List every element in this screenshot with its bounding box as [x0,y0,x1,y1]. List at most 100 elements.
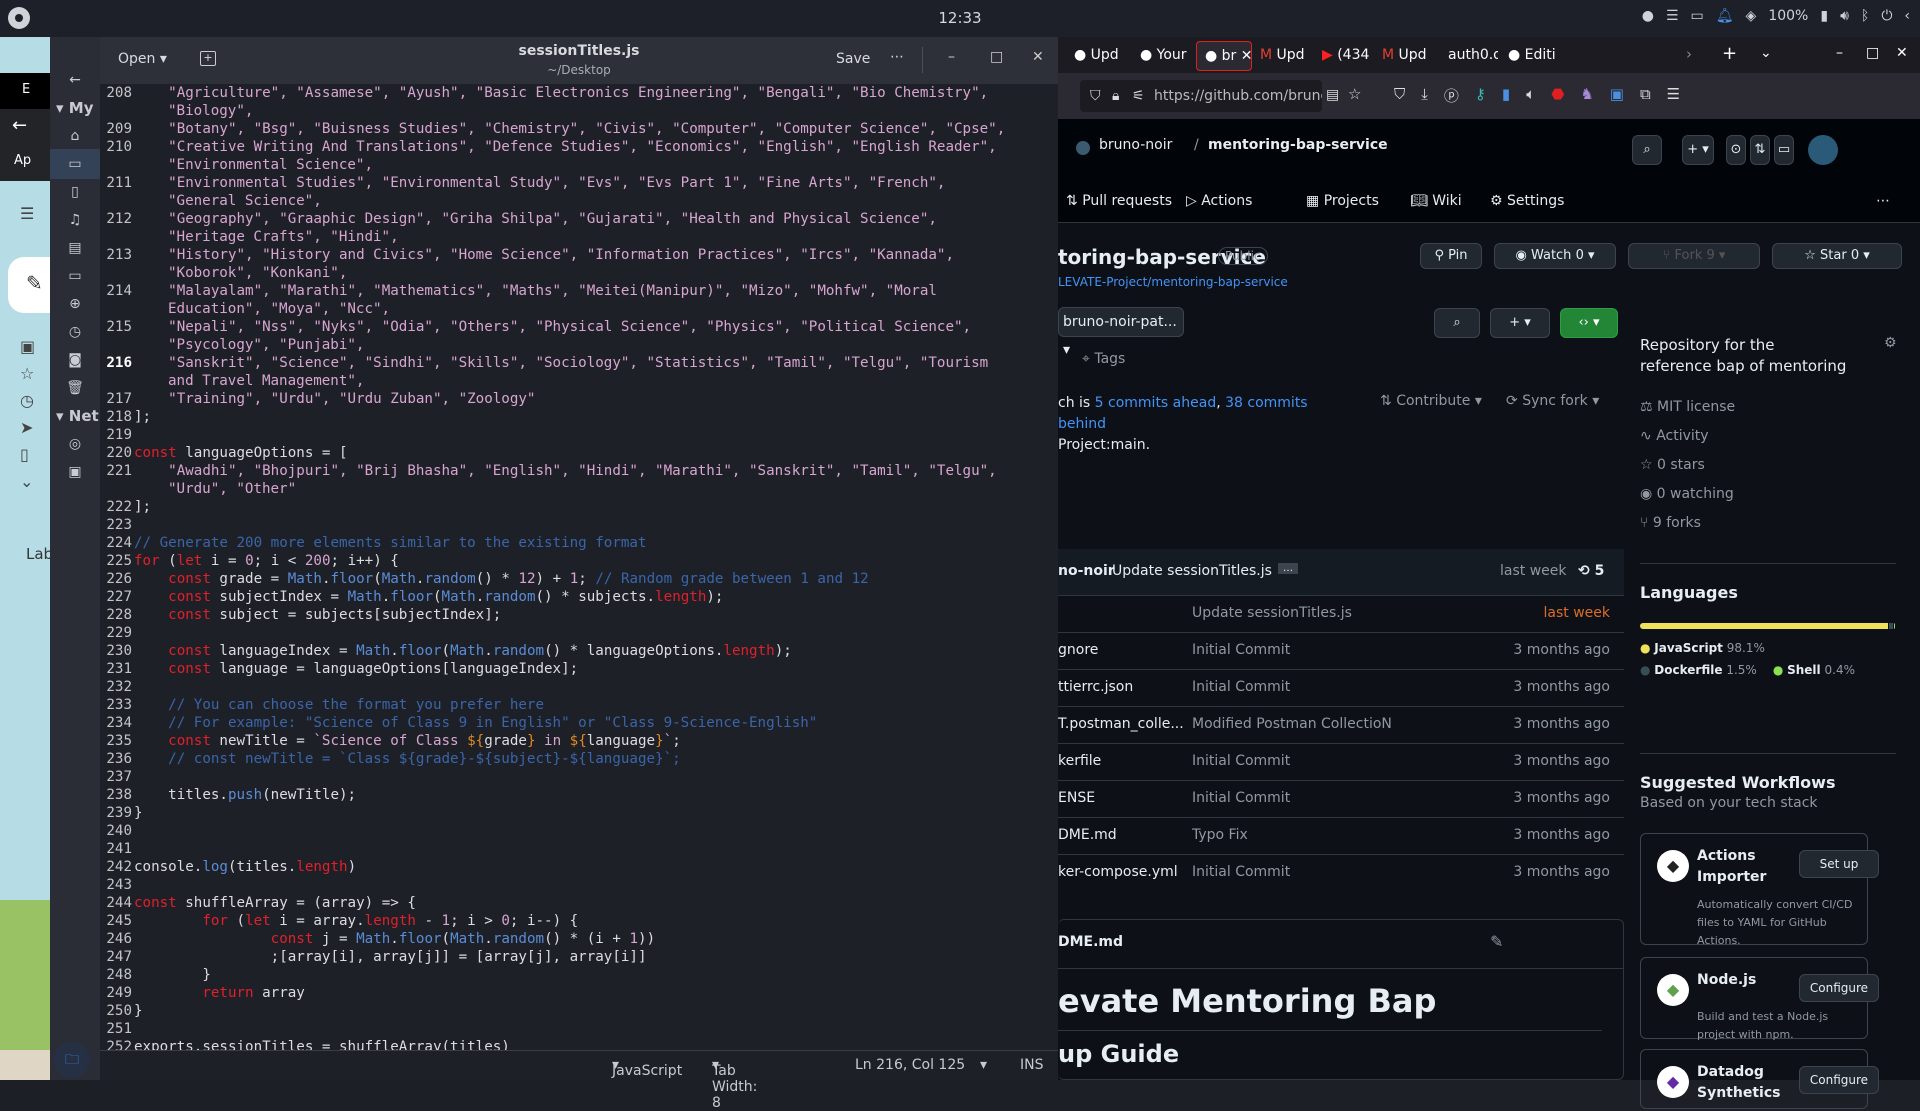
branch-selector[interactable]: bruno-noir-pat... ▾ [1058,307,1184,358]
tab-pull-requests[interactable]: ⇅ Pull requests [1066,193,1172,209]
permissions-icon[interactable]: ⚟ [1132,80,1145,112]
more-options-icon[interactable]: ⋯ [1876,193,1890,209]
trash-icon[interactable]: 🗑︎ [50,373,100,403]
code-line[interactable]: 247 ;[array[i], array[j]] = [array[j], a… [100,948,1058,966]
forks-link[interactable]: ⑂ 9 forks [1640,515,1701,531]
tab-projects[interactable]: ▦ Projects [1306,193,1379,209]
code-line[interactable]: 212 "Geography", "Graaphic Design", "Gri… [100,210,1058,228]
readme-title[interactable]: DME.md [1058,934,1123,950]
language-legend-item[interactable]: ● Shell 0.4% [1773,659,1855,681]
code-line[interactable]: 226 const grade = Math.floor(Math.random… [100,570,1058,588]
code-line[interactable]: 221 "Awadhi", "Bhojpuri", "Brij Bhasha",… [100,462,1058,480]
battery-icon[interactable]: ▮ [1820,8,1828,24]
reader-view-icon[interactable]: ▤ [1326,87,1339,103]
code-line[interactable]: 225 for (let i = 0; i < 200; i++) { [100,552,1058,570]
languages-heading[interactable]: Languages [1640,583,1738,602]
stars-link[interactable]: ☆ 0 stars [1640,457,1705,473]
bookmark-star-icon[interactable]: ☆ [1348,85,1361,103]
file-row[interactable]: DME.md Typo Fix 3 months ago [1058,817,1624,854]
file-msg[interactable]: Typo Fix [1192,827,1248,843]
browser-tab[interactable]: M Upd [1374,41,1432,71]
bluetooth-icon[interactable]: ᛒ [1861,8,1869,24]
file-name[interactable]: T.postman_colle... [1058,716,1184,732]
code-line[interactable]: 211 "Environmental Studies", "Environmen… [100,174,1058,192]
code-line[interactable]: 246 const j = Math.floor(Math.random() *… [100,930,1058,948]
commit-message[interactable]: Update sessionTitles.js [1112,563,1272,579]
code-line[interactable]: 210 "Creative Writing And Translations",… [100,138,1058,156]
tab-actions[interactable]: ▷ Actions [1186,193,1252,209]
code-line[interactable]: 241 [100,840,1058,858]
back-icon[interactable]: ← [50,65,100,95]
browser-tab[interactable]: ● Editi [1500,41,1558,71]
file-row[interactable]: gnore Initial Commit 3 months ago [1058,632,1624,669]
clock[interactable]: 12:33 [0,9,1920,27]
pocket-icon[interactable]: ⛉ [1394,85,1405,106]
code-line[interactable]: 215 "Nepali", "Nss", "Nyks", "Odia", "Ot… [100,318,1058,336]
sent-icon[interactable]: ➤ [20,418,33,437]
shield-icon[interactable]: ⛉ [1090,80,1101,112]
file-msg[interactable]: Initial Commit [1192,642,1290,658]
code-line[interactable]: 240 [100,822,1058,840]
file-row[interactable]: Update sessionTitles.js last week [1058,595,1624,632]
code-line[interactable]: 252 exports.sessionTitles = shuffleArray(… [100,1038,1058,1050]
file-msg[interactable]: Initial Commit [1192,679,1290,695]
volume-icon[interactable]: 🔊︎ [1840,8,1849,24]
more-chevron-icon[interactable]: ⌄ [20,472,33,491]
commit-expand-button[interactable]: … [1278,563,1298,574]
code-line[interactable]: 231 const language = languageOptions[lan… [100,660,1058,678]
file-row[interactable]: T.postman_colle... Modified Postman Colle… [1058,706,1624,743]
code-line[interactable]: 218]; [100,408,1058,426]
tab-width-selector[interactable]: Tab Width: 8 ▾ [712,1057,757,1111]
cursor-position[interactable]: Ln 216, Col 125 [855,1057,965,1073]
language-legend-item[interactable]: ● JavaScript 98.1% [1640,637,1880,659]
owner-avatar[interactable] [1076,141,1090,155]
code-line[interactable]: 219 [100,426,1058,444]
code-line[interactable]: 229 [100,624,1058,642]
about-settings-gear-icon[interactable]: ⚙ [1884,335,1897,351]
code-line[interactable]: 248 } [100,966,1058,984]
browser-maximize-icon[interactable]: □ [1866,45,1879,61]
star-button[interactable]: ☆ Star 0 ▾ [1772,243,1902,269]
code-line[interactable]: "Psycology", "Punjabi", [100,336,1058,354]
code-line[interactable]: 234 // For example: "Science of Class 9 … [100,714,1058,732]
commit-author[interactable]: no-noir [1058,563,1115,579]
issues-button[interactable]: ⊙ [1726,135,1746,165]
position-dropdown-icon[interactable]: ▾ [980,1057,987,1073]
search-button[interactable]: ⌕ [1632,135,1662,165]
code-line[interactable]: 217 "Training", "Urdu", "Urdu Zuban", "Z… [100,390,1058,408]
tab-close-icon[interactable]: ✕ [1236,48,1251,64]
watch-button[interactable]: ◉ Watch 0 ▾ [1494,243,1616,269]
more-menu-icon[interactable]: ⋯ [890,49,904,65]
draft-icon[interactable]: ▯ [20,445,29,464]
commits-ahead-link[interactable]: 5 commits ahead [1095,395,1217,411]
code-line[interactable]: 243 [100,876,1058,894]
power-icon[interactable]: ⏻ [1881,8,1892,24]
add-file-button[interactable]: + ▾ [1490,308,1550,338]
drive-icon[interactable]: ◙ [50,345,100,375]
extension-key-icon[interactable]: ⚷ [1475,85,1486,106]
file-row[interactable]: ker-compose.yml Initial Commit 3 months ag… [1058,854,1624,891]
code-line[interactable]: 249 return array [100,984,1058,1002]
videos-icon[interactable]: ▭ [50,261,100,291]
user-avatar[interactable] [1808,135,1838,165]
edit-readme-pencil-icon[interactable]: ✎ [1490,932,1503,951]
tab-wiki[interactable]: 📖︎ Wiki [1410,193,1462,209]
menu-icon[interactable]: ☰ [1666,8,1679,24]
create-new-button[interactable]: + ▾ [1682,135,1714,165]
music-icon[interactable]: ♫ [50,205,100,235]
hamburger-menu-icon[interactable]: ☰ [20,204,34,223]
code-line[interactable]: 244 const shuffleArray = (array) => { [100,894,1058,912]
code-line[interactable]: 230 const languageIndex = Math.floor(Mat… [100,642,1058,660]
app-menu-icon[interactable]: ☰ [1667,85,1680,106]
workflow-action-button[interactable]: Set up [1799,850,1879,878]
new-tab-icon[interactable]: + [1722,43,1737,64]
file-row[interactable]: ENSE Initial Commit 3 months ago [1058,780,1624,817]
background-tab[interactable]: E [22,82,30,97]
workflow-action-button[interactable]: Configure [1799,1066,1879,1094]
network-section-header[interactable]: ▾ Net [56,407,99,425]
contribute-button[interactable]: ⇅ Contribute ▾ [1380,393,1482,409]
panel-toggle-icon[interactable]: ‹ [1904,8,1910,24]
code-line[interactable]: "Environmental Science", [100,156,1058,174]
code-button[interactable]: ‹› ▾ [1560,308,1618,338]
extension-sound-icon[interactable]: 🔈︎ [1526,85,1535,106]
